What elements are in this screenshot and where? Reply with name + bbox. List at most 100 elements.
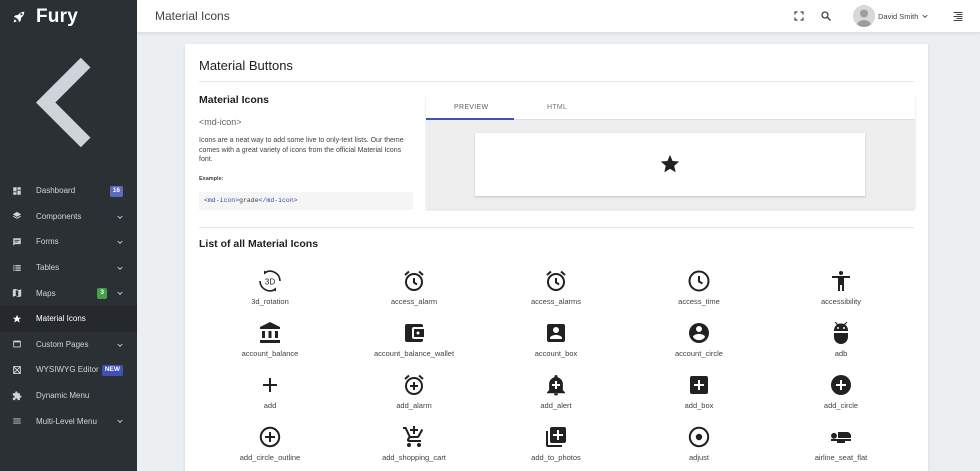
section-title: Material Icons bbox=[199, 94, 270, 106]
icon-cell-add-box[interactable]: add_box bbox=[629, 373, 769, 410]
icon-label: access_alarms bbox=[530, 297, 582, 306]
icon-label: accessibility bbox=[820, 297, 861, 306]
card-title: Material Buttons bbox=[199, 58, 293, 73]
icon-cell-add-alert[interactable]: add_alert bbox=[486, 373, 626, 410]
adb-icon bbox=[834, 321, 848, 344]
page-title: Material Icons bbox=[155, 9, 230, 23]
fullscreen-icon[interactable] bbox=[793, 10, 805, 22]
sidebar-item-tables[interactable]: Tables bbox=[0, 255, 137, 281]
icon-label: add_to_photos bbox=[531, 453, 581, 462]
editor-icon bbox=[13, 366, 21, 374]
icon-cell-adjust[interactable]: adjust bbox=[629, 425, 769, 462]
dashboard-icon bbox=[13, 187, 21, 195]
preview-panel: PREVIEW HTML bbox=[426, 95, 915, 209]
rocket-icon bbox=[13, 11, 25, 23]
code-snippet: <md-icon>grade</md-icon> bbox=[199, 192, 413, 210]
sidebar-item-material-icons[interactable]: Material Icons bbox=[0, 305, 137, 332]
tab-preview[interactable]: PREVIEW bbox=[454, 104, 488, 111]
puzzle-icon bbox=[12, 390, 22, 400]
chevron-down-icon bbox=[117, 420, 123, 424]
sidebar-item-label: Material Icons bbox=[36, 314, 86, 324]
sidebar-item-components[interactable]: Components bbox=[0, 204, 137, 230]
adjust-icon bbox=[688, 426, 710, 448]
icon-label: add_shopping_cart bbox=[382, 453, 446, 462]
sidebar-item-label: WYSIWYG Editor bbox=[36, 365, 99, 375]
access-alarm-icon bbox=[404, 270, 424, 291]
sidebar-item-multi-level-menu[interactable]: Multi-Level Menu bbox=[0, 408, 137, 434]
chevron-down-icon bbox=[117, 292, 123, 296]
preview-box bbox=[475, 133, 865, 196]
sidebar-item-label: Components bbox=[36, 211, 82, 221]
top-bar: Material Icons David Smith bbox=[137, 0, 980, 33]
icon-cell-access-alarms[interactable]: access_alarms bbox=[486, 269, 626, 306]
description: Icons are a neat way to add some live to… bbox=[199, 137, 404, 163]
account-balance-icon bbox=[260, 322, 280, 343]
icon-cell-access-time[interactable]: access_time bbox=[629, 269, 769, 306]
icon-label: add_circle bbox=[823, 401, 859, 410]
icon-label: account_balance bbox=[241, 349, 299, 358]
add-icon bbox=[263, 378, 277, 392]
icon-cell-account-balance[interactable]: account_balance bbox=[200, 321, 340, 358]
content-card: Material Buttons Material Icons <md-icon… bbox=[185, 44, 928, 471]
icon-cell-account-box[interactable]: account_box bbox=[486, 321, 626, 358]
new-badge: NEW bbox=[101, 365, 123, 376]
sidebar-item-wysiwyg-editor[interactable]: WYSIWYG Editor NEW bbox=[0, 357, 137, 383]
sidebar-item-label: Tables bbox=[36, 263, 60, 273]
icon-label: adjust bbox=[688, 453, 709, 462]
icon-cell-add-to-photos[interactable]: add_to_photos bbox=[486, 425, 626, 462]
icon-cell-account-circle[interactable]: account_circle bbox=[629, 321, 769, 358]
add-alarm-icon bbox=[404, 374, 424, 395]
icon-label: airline_seat_flat bbox=[814, 453, 868, 462]
component-tag: <md-icon> bbox=[199, 117, 242, 127]
icon-label: add_alarm bbox=[396, 401, 432, 410]
icon-cell-add-circle[interactable]: add_circle bbox=[771, 373, 911, 410]
airline-seat-flat-icon bbox=[831, 432, 851, 443]
icon-cell-accessibility[interactable]: accessibility bbox=[771, 269, 911, 306]
icon-cell-add-shopping-cart[interactable]: add_shopping_cart bbox=[344, 425, 484, 462]
chevron-left-icon[interactable] bbox=[0, 34, 137, 171]
icon-cell-access-alarm[interactable]: access_alarm bbox=[344, 269, 484, 306]
tab-bar: PREVIEW HTML bbox=[426, 95, 915, 120]
chevron-down-icon[interactable] bbox=[921, 12, 929, 20]
star-icon bbox=[660, 154, 680, 173]
pages-icon bbox=[13, 341, 21, 348]
user-name[interactable]: David Smith bbox=[878, 12, 918, 21]
sidebar-item-label: Custom Pages bbox=[36, 339, 89, 349]
icon-label: access_alarm bbox=[390, 297, 438, 306]
avatar[interactable] bbox=[853, 5, 875, 27]
sidebar-item-label: Dynamic Menu bbox=[36, 391, 90, 401]
example-label: Example: bbox=[199, 176, 224, 182]
icon-cell-add[interactable]: add bbox=[200, 373, 340, 410]
icon-label: access_time bbox=[678, 297, 720, 306]
sidebar-item-maps[interactable]: Maps 3 bbox=[0, 280, 137, 306]
menu-lines-icon[interactable] bbox=[952, 10, 964, 22]
icon-cell-airline-seat-flat[interactable]: airline_seat_flat bbox=[771, 425, 911, 462]
icon-cell-adb[interactable]: adb bbox=[771, 321, 911, 358]
icon-label: account_box bbox=[534, 349, 578, 358]
icon-cell-3d-rotation[interactable]: 3D 3d_rotation bbox=[200, 269, 340, 306]
list-title: List of all Material Icons bbox=[199, 238, 319, 250]
menu-icon bbox=[13, 418, 21, 424]
icon-cell-account-balance-wallet[interactable]: account_balance_wallet bbox=[344, 321, 484, 358]
access-time-icon bbox=[688, 270, 710, 292]
account-box-icon bbox=[547, 324, 565, 342]
add-circle-icon bbox=[831, 375, 851, 395]
brand[interactable]: Fury bbox=[0, 0, 137, 34]
sidebar-item-custom-pages[interactable]: Custom Pages bbox=[0, 332, 137, 358]
3d-rotation-icon: 3D bbox=[259, 270, 281, 292]
list-icon bbox=[13, 264, 21, 271]
chevron-down-icon bbox=[117, 266, 123, 270]
sidebar-item-dynamic-menu[interactable]: Dynamic Menu bbox=[0, 383, 137, 409]
tab-html[interactable]: HTML bbox=[547, 104, 567, 111]
divider bbox=[199, 81, 914, 82]
chevron-down-icon bbox=[117, 343, 123, 347]
sidebar-item-dashboard[interactable]: Dashboard 16 bbox=[0, 178, 137, 204]
icon-cell-add-alarm[interactable]: add_alarm bbox=[344, 373, 484, 410]
chevron-down-icon bbox=[117, 240, 123, 245]
icon-label: add_circle_outline bbox=[239, 453, 301, 462]
sidebar-item-forms[interactable]: Forms bbox=[0, 229, 137, 255]
icon-cell-add-circle-outline[interactable]: add_circle_outline bbox=[200, 425, 340, 462]
search-icon[interactable] bbox=[820, 10, 832, 22]
count-badge: 3 bbox=[97, 288, 107, 299]
brand-name: Fury bbox=[36, 6, 78, 27]
